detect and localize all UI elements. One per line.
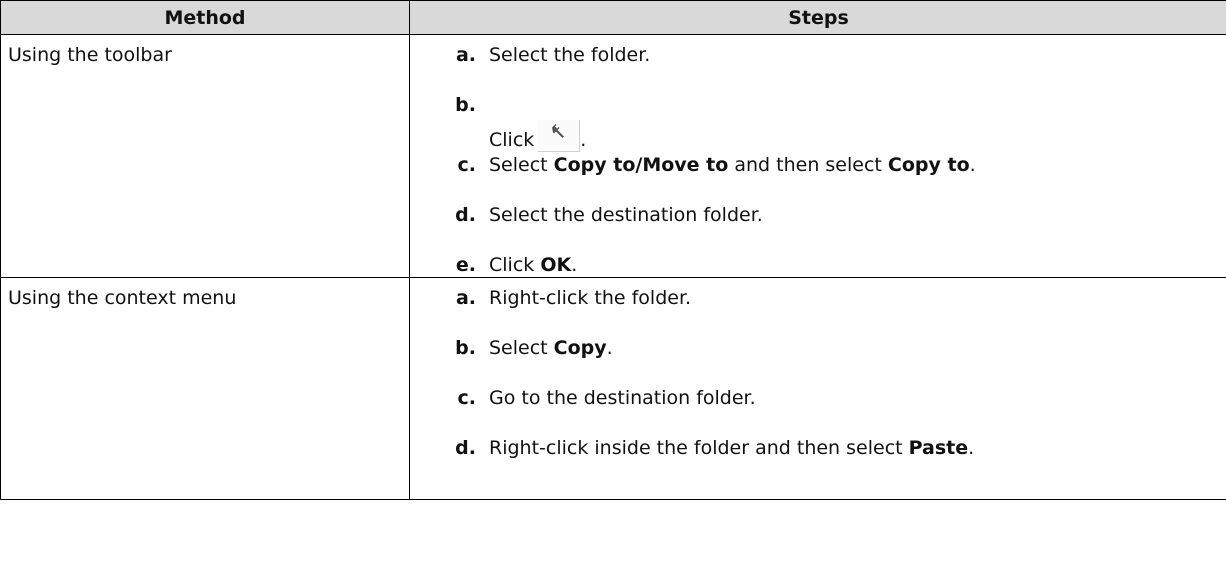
copy-methods-table: Method Steps Using the toolbar a. Select…: [0, 0, 1226, 500]
step-letter: c.: [457, 387, 476, 409]
ui-term: Copy to/Move to: [553, 154, 729, 176]
ui-term: Paste: [908, 437, 969, 459]
step-item: d. Select the destination folder.: [410, 203, 1226, 227]
step-letter: b.: [455, 94, 476, 116]
step-text: Select the folder.: [489, 44, 651, 66]
step-item: a. Right-click the folder.: [410, 286, 1226, 310]
steps-cell: a. Right-click the folder. b. Select Cop…: [409, 277, 1226, 500]
steps-cell: a. Select the folder. b. Click. c. Selec…: [409, 34, 1226, 278]
step-item: b. Click.: [410, 93, 1226, 152]
wrench-icon: [552, 124, 565, 138]
step-letter: e.: [455, 254, 476, 276]
step-letter: b.: [455, 337, 476, 359]
method-cell: Using the toolbar: [0, 34, 410, 278]
step-item: a. Select the folder.: [410, 43, 1226, 67]
header-steps: Steps: [409, 0, 1226, 35]
ui-term: Copy to: [887, 154, 970, 176]
step-letter: a.: [455, 287, 476, 309]
header-method: Method: [0, 0, 410, 35]
step-letter: d.: [455, 437, 476, 459]
wrench-tool-button[interactable]: [538, 120, 581, 152]
step-text: Right-click the folder.: [489, 287, 692, 309]
step-text-end: .: [580, 129, 587, 151]
table-row: Using the context menu a. Right-click th…: [0, 277, 1226, 500]
step-item: c. Select Copy to/Move to and then selec…: [410, 153, 1226, 177]
step-text: Click: [489, 129, 535, 151]
step-letter: d.: [455, 204, 476, 226]
step-text: Go to the destination folder.: [489, 387, 756, 409]
header-row: Method Steps: [0, 0, 1226, 35]
step-text: Select the destination folder.: [489, 204, 763, 226]
step-letter: a.: [455, 44, 476, 66]
step-item: e. Click OK.: [410, 253, 1226, 277]
ui-term: OK: [540, 254, 572, 276]
ui-term: Copy: [553, 337, 607, 359]
step-item: b. Select Copy.: [410, 336, 1226, 360]
step-letter: c.: [457, 154, 476, 176]
step-item: c. Go to the destination folder.: [410, 386, 1226, 410]
step-item: d. Right-click inside the folder and the…: [410, 436, 1226, 460]
method-cell: Using the context menu: [0, 277, 410, 500]
table-row: Using the toolbar a. Select the folder. …: [0, 34, 1226, 278]
